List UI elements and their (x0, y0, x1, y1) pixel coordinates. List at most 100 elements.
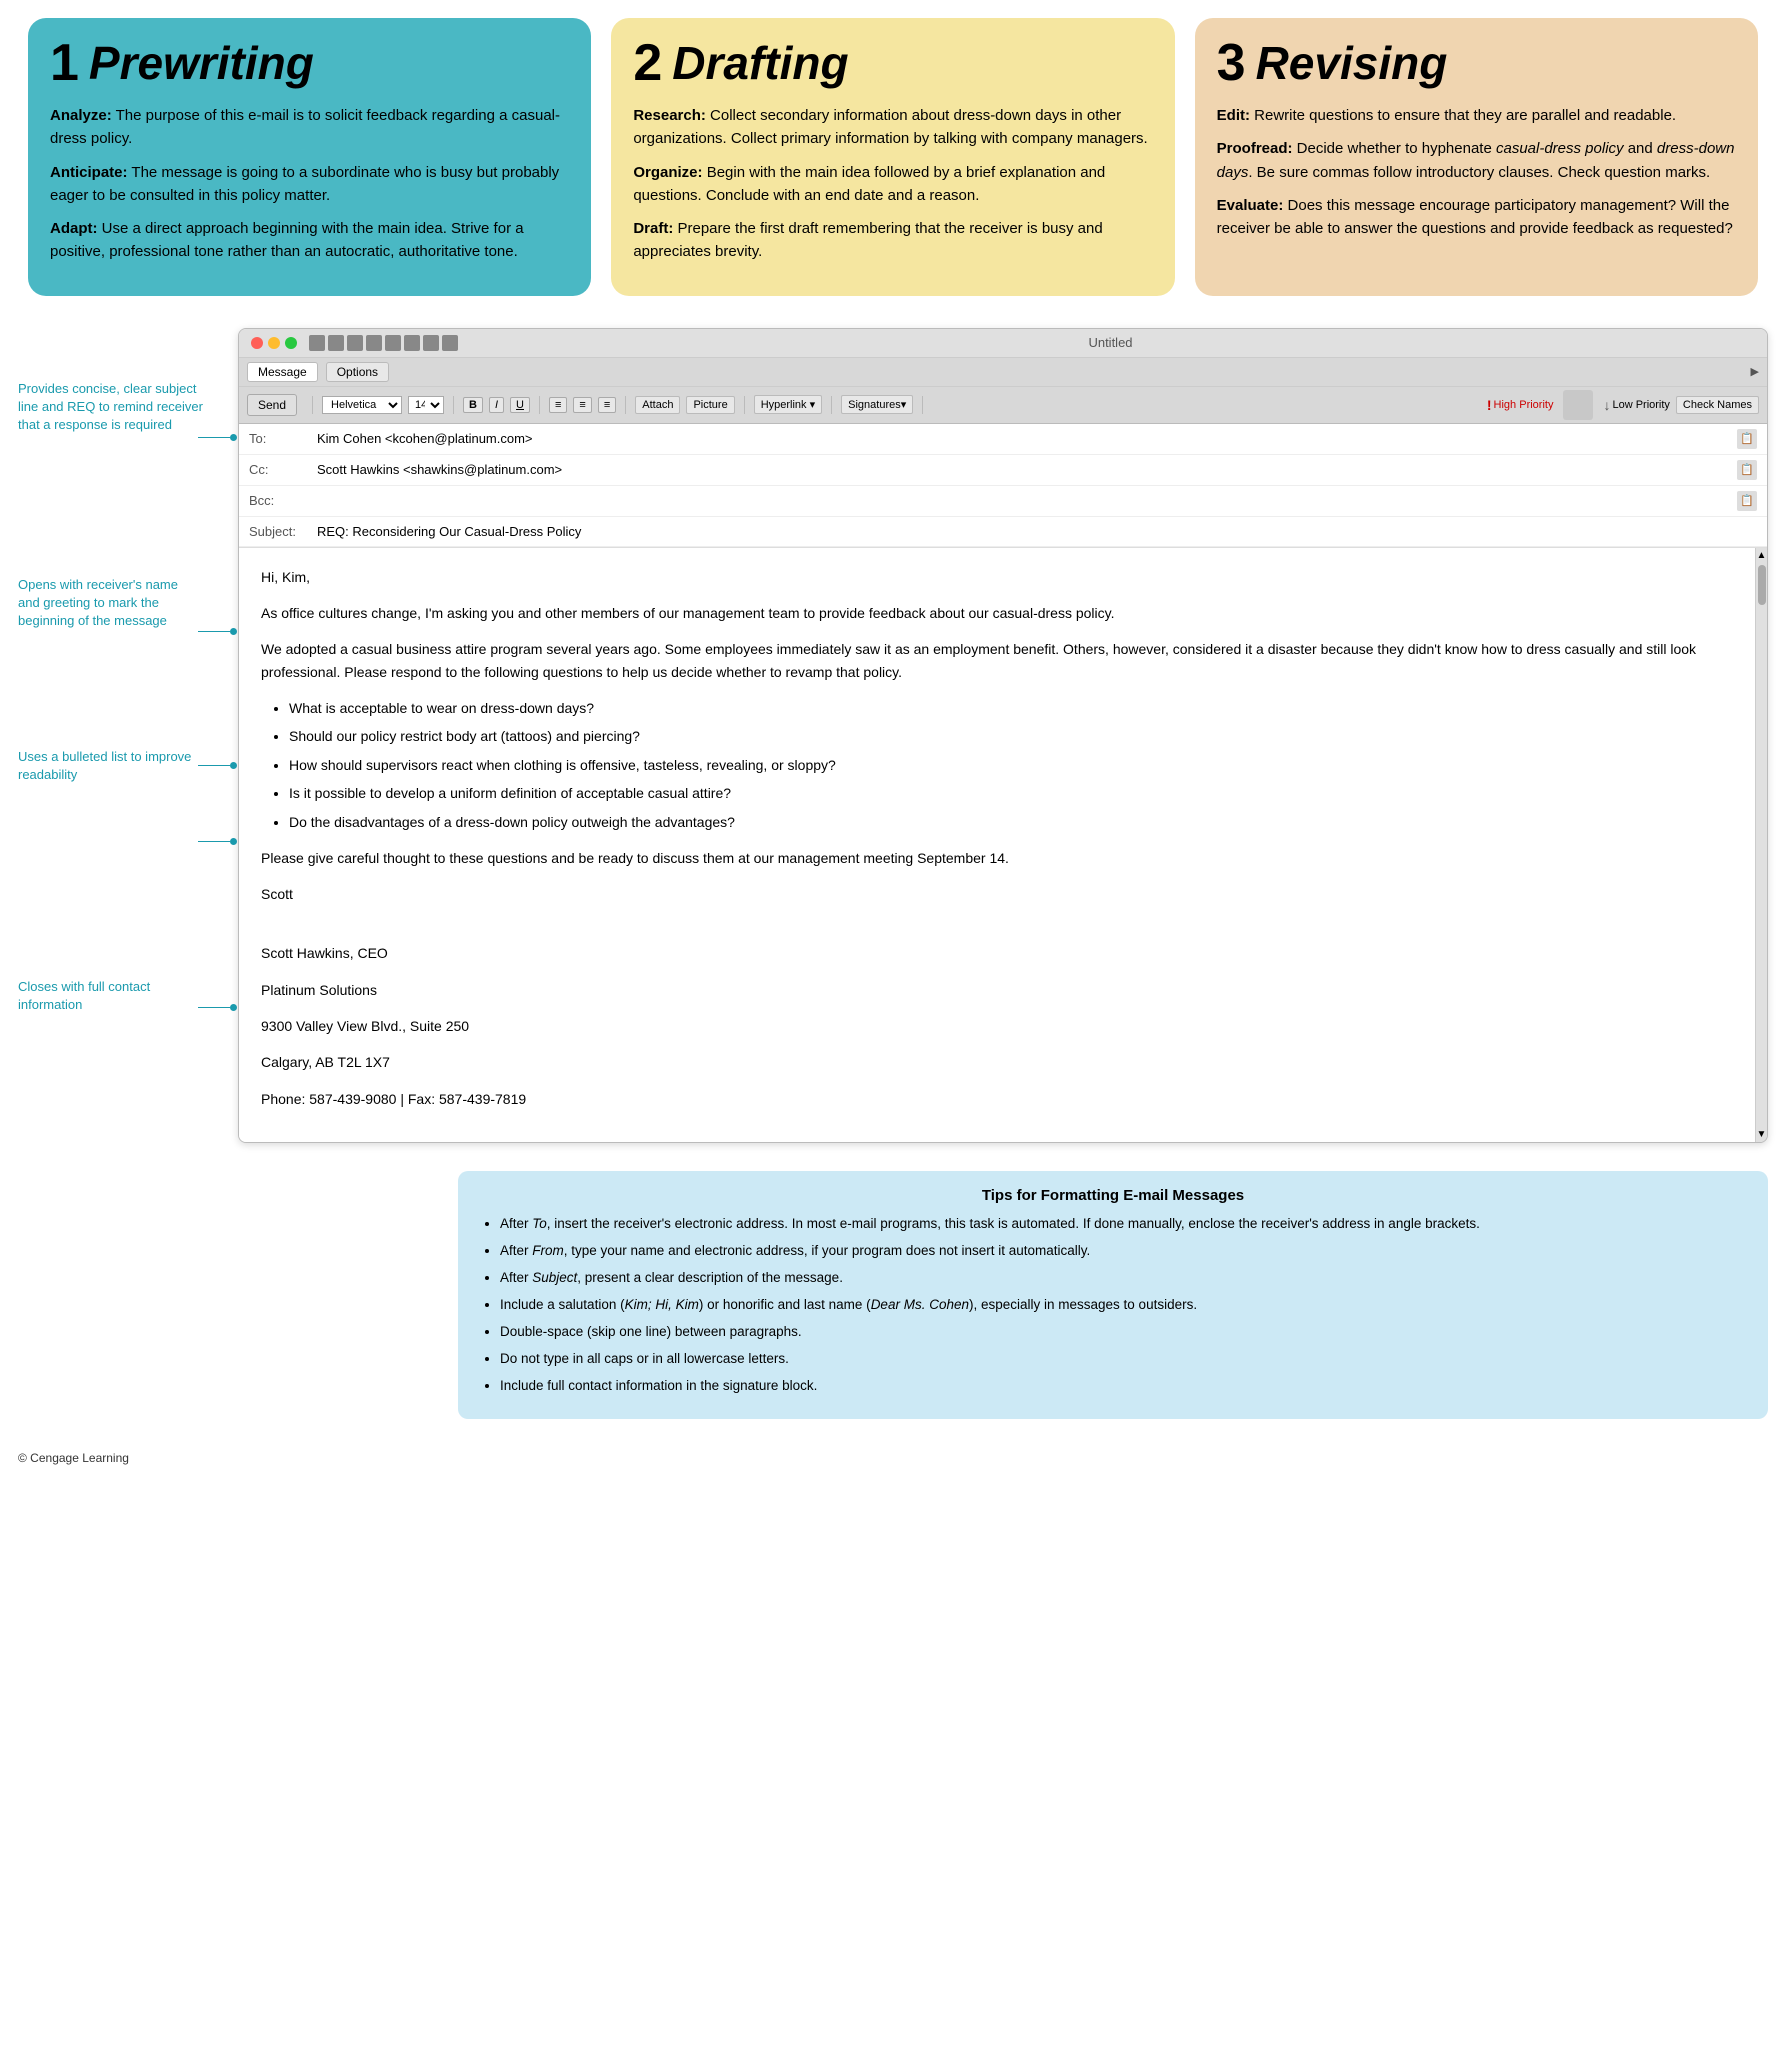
to-label: To: (249, 431, 317, 446)
annotation-subject: Provides concise, clear subject line and… (18, 380, 203, 435)
tips-list: After To, insert the receiver's electron… (500, 1214, 1748, 1396)
maximize-button[interactable] (285, 337, 297, 349)
hyperlink-button[interactable]: Hyperlink ▾ (754, 395, 822, 414)
window-title: Untitled (466, 335, 1755, 350)
cc-address-book-icon[interactable]: 📋 (1737, 460, 1757, 480)
right-column: Untitled Message Options ▶ Send (238, 328, 1768, 1419)
toolbar-icon-1[interactable] (309, 335, 325, 351)
high-priority-button[interactable]: ! High Priority (1487, 397, 1554, 413)
subject-label: Subject: (249, 524, 317, 539)
close-button[interactable] (251, 337, 263, 349)
panel-2-item-2: Organize: Begin with the main idea follo… (633, 161, 1152, 208)
subject-value[interactable]: REQ: Reconsidering Our Casual-Dress Poli… (317, 524, 1757, 539)
bullet-2: Should our policy restrict body art (tat… (289, 725, 1733, 747)
separator-6 (831, 396, 832, 414)
underline-button[interactable]: U (510, 397, 530, 413)
panel-prewriting-body: Analyze: The purpose of this e-mail is t… (50, 104, 569, 264)
panel-3-item-1: Edit: Rewrite questions to ensure that t… (1217, 104, 1736, 127)
toolbar-icon-2[interactable] (328, 335, 344, 351)
bold-button[interactable]: B (463, 397, 483, 413)
middle-section: Provides concise, clear subject line and… (0, 328, 1786, 1419)
panel-revising-body: Edit: Rewrite questions to ensure that t… (1217, 104, 1736, 240)
scroll-up-arrow[interactable]: ▲ (1757, 550, 1767, 561)
signature-name: Scott (261, 883, 1733, 905)
italic-button[interactable]: I (489, 397, 504, 413)
picture-button[interactable]: Picture (686, 396, 734, 414)
signature-line-1: Scott Hawkins, CEO (261, 942, 1733, 964)
to-field-row: To: Kim Cohen <kcohen@platinum.com> 📋 (239, 424, 1767, 455)
panel-3-number: 3 (1217, 37, 1246, 89)
cc-field-row: Cc: Scott Hawkins <shawkins@platinum.com… (239, 455, 1767, 486)
panel-2-item-3: Draft: Prepare the first draft rememberi… (633, 217, 1152, 264)
email-fields: To: Kim Cohen <kcohen@platinum.com> 📋 Cc… (239, 424, 1767, 548)
font-family-select[interactable]: Helvetica (322, 396, 402, 414)
panel-3-item-2: Proofread: Decide whether to hyphenate c… (1217, 137, 1736, 184)
bcc-field-row: Bcc: 📋 (239, 486, 1767, 517)
panel-2-item-1: Research: Collect secondary information … (633, 104, 1152, 151)
tip-3: After Subject, present a clear descripti… (500, 1268, 1748, 1289)
signature-line-3: 9300 Valley View Blvd., Suite 250 (261, 1015, 1733, 1037)
separator-1 (312, 396, 313, 414)
bcc-address-book-icon[interactable]: 📋 (1737, 491, 1757, 511)
tab-message[interactable]: Message (247, 362, 318, 382)
align-right-button[interactable]: ≡ (598, 397, 616, 413)
scroll-thumb[interactable] (1758, 565, 1766, 605)
subject-field-row: Subject: REQ: Reconsidering Our Casual-D… (239, 517, 1767, 547)
align-center-button[interactable]: ≡ (573, 397, 591, 413)
top-panels: 1 Prewriting Analyze: The purpose of thi… (0, 0, 1786, 296)
low-priority-button[interactable]: ↓ Low Priority (1603, 397, 1669, 413)
toolbar-icon-6[interactable] (404, 335, 420, 351)
to-address-book-icon[interactable]: 📋 (1737, 429, 1757, 449)
scroll-down-arrow[interactable]: ▼ (1757, 1129, 1767, 1140)
signature-line-4: Calgary, AB T2L 1X7 (261, 1051, 1733, 1073)
annotation-greeting: Opens with receiver's name and greeting … (18, 576, 203, 631)
toolbar-icon-5[interactable] (385, 335, 401, 351)
copyright: © Cengage Learning (0, 1443, 1786, 1481)
bcc-label: Bcc: (249, 493, 317, 508)
toolbar-icon-8[interactable] (442, 335, 458, 351)
email-body-row: Hi, Kim, As office cultures change, I'm … (239, 548, 1767, 1143)
panel-drafting-header: 2 Drafting (633, 36, 1152, 90)
minimize-button[interactable] (268, 337, 280, 349)
toolbar-icon-3[interactable] (347, 335, 363, 351)
email-body: Hi, Kim, As office cultures change, I'm … (239, 548, 1755, 1143)
panel-1-item-3: Adapt: Use a direct approach beginning w… (50, 217, 569, 264)
priority-area: ! High Priority ↓ Low Priority Check Nam… (1487, 390, 1759, 420)
panel-1-item-1: Analyze: The purpose of this e-mail is t… (50, 104, 569, 151)
tips-box: Tips for Formatting E-mail Messages Afte… (458, 1171, 1768, 1418)
to-value[interactable]: Kim Cohen <kcohen@platinum.com> (317, 431, 1731, 446)
toolbar-icon-4[interactable] (366, 335, 382, 351)
person-icon (1563, 390, 1593, 420)
panel-2-number: 2 (633, 37, 662, 89)
tip-2: After From, type your name and electroni… (500, 1241, 1748, 1262)
check-names-button[interactable]: Check Names (1676, 396, 1759, 414)
email-title-bar: Untitled (239, 329, 1767, 358)
separator-2 (453, 396, 454, 414)
tip-5: Double-space (skip one line) between par… (500, 1322, 1748, 1343)
left-annotations: Provides concise, clear subject line and… (18, 328, 238, 1419)
panel-drafting: 2 Drafting Research: Collect secondary i… (611, 18, 1174, 296)
signatures-button[interactable]: Signatures▾ (841, 395, 913, 414)
attach-button[interactable]: Attach (635, 396, 680, 414)
cc-label: Cc: (249, 462, 317, 477)
tab-options[interactable]: Options (326, 362, 389, 382)
panel-2-title: Drafting (672, 36, 848, 90)
cc-value[interactable]: Scott Hawkins <shawkins@platinum.com> (317, 462, 1731, 477)
annotation-signature: Closes with full contact information (18, 978, 203, 1014)
font-size-select[interactable]: 14 (408, 396, 444, 414)
email-closing: Please give careful thought to these que… (261, 847, 1733, 869)
email-signature: Scott Scott Hawkins, CEO Platinum Soluti… (261, 883, 1733, 1110)
separator-7 (922, 396, 923, 414)
send-button[interactable]: Send (247, 394, 297, 416)
email-scrollbar[interactable]: ▲ ▼ (1755, 548, 1767, 1143)
toolbar-icon-7[interactable] (423, 335, 439, 351)
separator-5 (744, 396, 745, 414)
panel-prewriting-header: 1 Prewriting (50, 36, 569, 90)
tip-7: Include full contact information in the … (500, 1376, 1748, 1397)
align-left-button[interactable]: ≡ (549, 397, 567, 413)
panel-revising: 3 Revising Edit: Rewrite questions to en… (1195, 18, 1758, 296)
toolbar-tabs-row: Message Options ▶ (239, 358, 1767, 387)
signature-line-2: Platinum Solutions (261, 979, 1733, 1001)
email-para1: As office cultures change, I'm asking yo… (261, 602, 1733, 624)
email-window: Untitled Message Options ▶ Send (238, 328, 1768, 1144)
